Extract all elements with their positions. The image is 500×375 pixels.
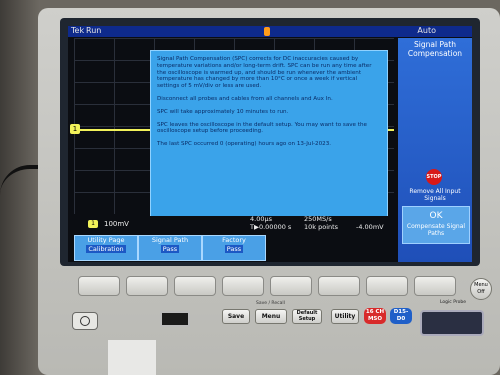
default-setup-button[interactable]: Default Setup: [292, 309, 322, 324]
trigger-position-marker: [264, 27, 270, 36]
ok-label: OK: [429, 211, 443, 221]
remove-signals-label: Remove All Input Signals: [409, 188, 461, 202]
run-state: Run: [86, 26, 102, 35]
d15-d0-button[interactable]: D15-D0: [390, 308, 412, 324]
spc-info-text: Signal Path Compensation (SPC) corrects …: [157, 56, 381, 154]
save-button[interactable]: Save: [222, 309, 250, 324]
ok-compensate-button[interactable]: OK Compensate Signal Paths: [402, 206, 470, 244]
bottom-menu-utility-page[interactable]: Utility Page Calibration: [74, 235, 138, 261]
bottom-menu-value: Pass: [224, 245, 244, 253]
timebase-readout: 4.00µs: [250, 215, 272, 223]
logic-probe-label: Logic Probe: [440, 300, 466, 305]
record-length-readout: 10k points: [304, 223, 339, 231]
bottom-softkey-2[interactable]: [126, 276, 168, 296]
brand-label: Tek: [71, 26, 85, 35]
usb-port: [160, 311, 190, 327]
power-button[interactable]: [72, 312, 98, 330]
menu-off-button[interactable]: Menu Off: [470, 278, 492, 300]
bottom-menu-factory[interactable]: Factory Pass: [202, 235, 266, 261]
bottom-menu-value: Pass: [160, 245, 180, 253]
spc-paragraph: Signal Path Compensation (SPC) corrects …: [157, 56, 372, 90]
bottom-softkey-7[interactable]: [366, 276, 408, 296]
bottom-softkey-8[interactable]: [414, 276, 456, 296]
spc-info-dialog: Signal Path Compensation (SPC) corrects …: [150, 50, 388, 220]
readout-bar: 1 100mV 4.00µs 250MS/s T▶0.00000 s 10k p…: [74, 215, 394, 232]
save-recall-label: Save / Recall: [256, 301, 285, 306]
status-bar: Tek Run Auto: [68, 26, 472, 37]
bottom-softkey-5[interactable]: [270, 276, 312, 296]
utility-button[interactable]: Utility: [331, 309, 359, 324]
stop-icon: STOP: [426, 169, 442, 185]
compensate-label: Compensate Signal Paths: [406, 223, 466, 237]
msop-button[interactable]: 16 CH MSO: [364, 308, 386, 324]
trigger-level-readout: -4.00mV: [356, 223, 384, 231]
channel-1-scale: 100mV: [104, 220, 129, 228]
channel-1-badge: 1: [88, 220, 98, 228]
oscilloscope-screen: Tek Run Auto 1 Signal Path Compensation …: [68, 26, 472, 262]
bottom-softkey-4[interactable]: [222, 276, 264, 296]
bottom-softkey-6[interactable]: [318, 276, 360, 296]
bottom-softkey-3[interactable]: [174, 276, 216, 296]
bottom-menu-title: Utility Page: [87, 236, 125, 244]
sample-rate-readout: 250MS/s: [304, 215, 332, 223]
bottom-menu-title: Factory: [222, 236, 246, 244]
bottom-softkey-1[interactable]: [78, 276, 120, 296]
spc-paragraph: SPC leaves the oscilloscope in the defau…: [157, 121, 367, 135]
spc-paragraph: SPC will take approximately 10 minutes t…: [157, 108, 289, 115]
bottom-menu-signal-path[interactable]: Signal Path Pass: [138, 235, 202, 261]
trigger-position-readout: T▶0.00000 s: [250, 223, 292, 231]
spc-paragraph: The last SPC occurred 0 (operating) hour…: [157, 141, 332, 148]
logic-probe-connector: [420, 310, 484, 336]
bottom-menu-title: Signal Path: [151, 236, 189, 244]
spc-paragraph: Disconnect all probes and cables from al…: [157, 95, 333, 102]
side-menu-title: Signal Path Compensation: [407, 40, 463, 58]
trigger-mode: Auto: [417, 26, 436, 35]
channel-1-marker[interactable]: 1: [70, 124, 80, 134]
side-menu: Signal Path Compensation STOP Remove All…: [398, 38, 472, 262]
bench-stand: [108, 340, 156, 375]
menu-button[interactable]: Menu: [255, 309, 287, 324]
bottom-menu-value: Calibration: [86, 245, 126, 253]
power-icon: [80, 316, 90, 326]
